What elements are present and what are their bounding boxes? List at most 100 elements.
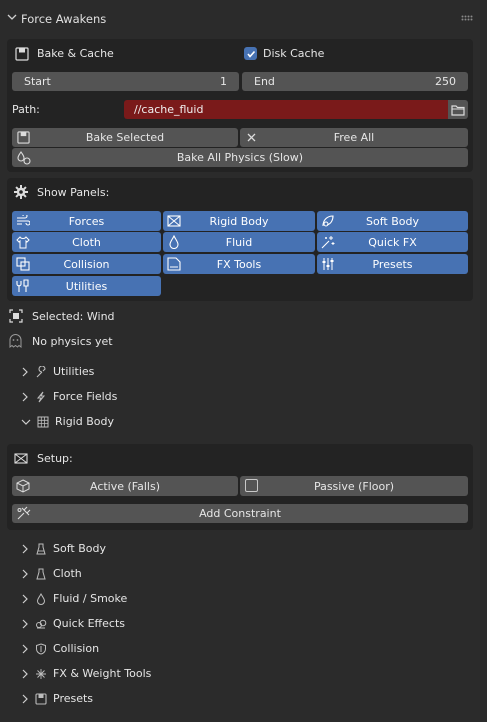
sparkle-icon: [36, 668, 46, 679]
tree-item-collision[interactable]: Collision: [21, 642, 99, 655]
toggle-fx-tools[interactable]: FX Tools: [163, 254, 315, 274]
tree-label: Rigid Body: [55, 415, 114, 428]
toggle-utilities-label: Utilities: [65, 279, 108, 293]
panel-title: Force Awakens: [21, 12, 107, 26]
select-box-icon: [9, 309, 23, 323]
tree-label: Cloth: [53, 567, 82, 580]
tree-label: Collision: [53, 642, 100, 655]
end-value: 250: [435, 75, 456, 88]
end-label: End: [254, 75, 275, 88]
chevron-right-icon: [22, 569, 28, 578]
chevron-down-icon: [7, 14, 17, 20]
disk-cache-label: Disk Cache: [263, 47, 325, 60]
free-all-button[interactable]: Free All: [240, 128, 468, 147]
toggle-soft-body[interactable]: Soft Body: [317, 211, 468, 231]
bake-all-label: Bake All Physics (Slow): [176, 151, 304, 164]
wrench-icon: [36, 365, 46, 377]
start-label: Start: [24, 75, 51, 88]
tree-item-presets[interactable]: Presets: [21, 692, 93, 705]
tree-item-quick-effects[interactable]: Quick Effects: [21, 617, 125, 630]
wrench-icon: [16, 279, 29, 292]
disk-cache-checkbox[interactable]: Disk Cache: [244, 47, 324, 60]
sliders-icon: [322, 258, 334, 270]
collision-icon: [16, 257, 30, 271]
chevron-right-icon: [22, 694, 28, 703]
wind-icon: [17, 215, 30, 226]
setup-label: Setup:: [37, 452, 73, 465]
toggle-collision[interactable]: Collision: [12, 254, 161, 274]
close-icon: [247, 133, 256, 142]
bake-selected-label: Bake Selected: [85, 131, 165, 144]
toggle-rigid-body-label: Rigid Body: [209, 214, 269, 228]
tree-label: Soft Body: [53, 542, 106, 555]
physics-icon: [17, 151, 31, 165]
sparkle-icon: [321, 236, 335, 249]
passive-floor-label: Passive (Floor): [313, 479, 395, 493]
passive-floor-button[interactable]: Passive (Floor): [240, 476, 468, 496]
folder-browse-button[interactable]: [448, 100, 468, 119]
tree-item-force-fields[interactable]: Force Fields: [21, 390, 117, 403]
fluid-drop-icon: [169, 235, 179, 249]
checkmark-icon: [244, 47, 257, 60]
selected-label: Selected: Wind: [32, 309, 115, 323]
active-falls-button[interactable]: Active (Falls): [12, 476, 238, 496]
physics-label: No physics yet: [32, 334, 113, 348]
chevron-down-icon: [21, 419, 31, 425]
rigid-body-icon: [14, 453, 28, 464]
add-constraint-button[interactable]: Add Constraint: [12, 504, 468, 523]
show-panels-label: Show Panels:: [37, 186, 110, 199]
cloth-icon: [16, 236, 30, 249]
lightning-icon: [36, 391, 46, 402]
chevron-right-icon: [22, 544, 28, 553]
path-label: Path:: [12, 103, 40, 116]
toggle-collision-label: Collision: [63, 257, 110, 271]
chevron-right-icon: [22, 594, 28, 603]
toggle-cloth[interactable]: Cloth: [12, 232, 161, 252]
bake-selected-button[interactable]: Bake Selected: [12, 128, 238, 147]
disk-icon: [15, 47, 29, 61]
tree-item-soft-body[interactable]: Soft Body: [21, 542, 106, 555]
toggle-utilities[interactable]: Utilities: [12, 276, 161, 296]
tree-label: Presets: [53, 692, 94, 705]
grid-icon: [37, 416, 49, 427]
tree-label: Utilities: [53, 365, 95, 378]
disk-icon: [17, 131, 30, 144]
rigid-body-icon: [167, 215, 181, 227]
end-field[interactable]: End 250: [242, 72, 468, 91]
drag-grip-icon[interactable]: [461, 15, 474, 21]
tree-item-rigid-body[interactable]: Rigid Body: [21, 415, 114, 428]
ghost-icon: [9, 334, 22, 348]
chevron-right-icon: [22, 644, 28, 653]
tree-item-fx-weight[interactable]: FX & Weight Tools: [21, 667, 151, 680]
panel-header[interactable]: Force Awakens: [0, 0, 487, 34]
fluid-drop-icon: [36, 592, 46, 605]
start-field[interactable]: Start 1: [12, 72, 239, 91]
active-falls-label: Active (Falls): [89, 479, 160, 493]
toggle-rigid-body[interactable]: Rigid Body: [163, 211, 315, 231]
bake-all-button[interactable]: Bake All Physics (Slow): [12, 148, 468, 167]
soft-body-icon: [36, 543, 46, 554]
gear-icon: [14, 185, 28, 199]
toggle-forces[interactable]: Forces: [12, 211, 161, 231]
selected-status: Selected: Wind: [9, 309, 115, 323]
toggle-fluid[interactable]: Fluid: [163, 232, 315, 252]
physics-status: No physics yet: [9, 334, 113, 348]
chevron-right-icon: [22, 367, 28, 376]
tree-label: Quick Effects: [53, 617, 125, 630]
folder-icon: [451, 104, 465, 116]
cube-icon: [16, 479, 30, 493]
toggle-quick-fx-label: Quick FX: [368, 235, 417, 249]
shield-icon: [36, 642, 46, 655]
checkbox-empty-icon: [245, 479, 258, 492]
tree-item-fluid-smoke[interactable]: Fluid / Smoke: [21, 592, 127, 605]
tree-item-utilities[interactable]: Utilities: [21, 365, 94, 378]
toggle-fx-tools-label: FX Tools: [216, 257, 262, 271]
constraint-icon: [17, 506, 31, 520]
toggle-presets-label: Presets: [372, 257, 413, 271]
toggle-quick-fx[interactable]: Quick FX: [317, 232, 468, 252]
path-input[interactable]: //cache_fluid: [124, 100, 448, 119]
add-constraint-label: Add Constraint: [199, 507, 281, 520]
toggle-presets[interactable]: Presets: [317, 254, 468, 274]
tree-item-cloth[interactable]: Cloth: [21, 567, 82, 580]
fx-tools-icon: [167, 257, 181, 271]
